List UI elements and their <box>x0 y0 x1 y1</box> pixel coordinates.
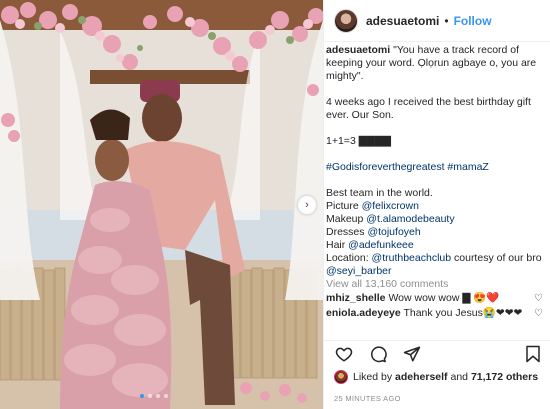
credit-label: Dresses <box>326 226 368 238</box>
credit-makeup: Makeup @t.alamodebeauty <box>326 213 547 226</box>
carousel-next-button[interactable]: › <box>298 196 316 214</box>
wedding-photo-illustration <box>0 0 323 409</box>
follow-button[interactable]: Follow <box>454 14 492 28</box>
credit-location: Location: @truthbeachclub courtesy of ou… <box>326 252 547 278</box>
header-username[interactable]: adesuaetomi <box>366 14 439 28</box>
comment-username[interactable]: mhiz_shelle <box>326 292 386 304</box>
credit-label: Picture <box>326 200 362 212</box>
mention-link[interactable]: @felixcrown <box>362 200 419 212</box>
view-all-comments-link[interactable]: View all 13,160 comments <box>326 278 547 291</box>
avatar[interactable] <box>334 8 358 33</box>
mention-link[interactable]: @truthbeachclub <box>372 252 452 264</box>
comment-text: Wow wow wow ▇ 😍❤️ <box>385 292 500 304</box>
credit-label: Location: <box>326 252 372 264</box>
carousel-dot <box>164 394 168 398</box>
caption-username[interactable]: adesuaetomi <box>326 44 390 56</box>
heart-icon[interactable]: ♡ <box>534 306 543 321</box>
bookmark-icon[interactable] <box>523 344 543 364</box>
credit-label: Makeup <box>326 213 367 225</box>
heart-icon[interactable]: ♡ <box>534 291 543 306</box>
likes-middle: and <box>450 371 469 383</box>
comment-text: Thank you Jesus😭❤❤❤ <box>400 307 523 319</box>
likes-prefix: Liked by <box>353 371 393 383</box>
paper-plane-icon[interactable] <box>402 344 422 364</box>
mention-link[interactable]: @t.alamodebeauty <box>366 213 454 225</box>
comment-row: mhiz_shelle Wow wow wow ▇ 😍❤️ ♡ <box>326 291 547 306</box>
credit-label: Hair <box>326 239 349 251</box>
comment-bubble-icon[interactable] <box>368 344 388 364</box>
carousel-dot <box>156 394 160 398</box>
caption-credits-title: Best team in the world. <box>326 187 433 199</box>
post-timestamp[interactable]: 25 MINUTES AGO <box>334 394 401 403</box>
post-photo[interactable]: › <box>0 0 323 409</box>
credit-hair: Hair @adefunkeee <box>326 239 547 252</box>
likes-summary: Liked by adeherself and 71,172 others <box>334 370 538 384</box>
credit-picture: Picture @felixcrown <box>326 200 547 213</box>
mention-link[interactable]: @tojufoyeh <box>367 226 420 238</box>
header-separator: • <box>444 13 449 28</box>
caption-hashtags[interactable]: #Godisforeverthegreatest #mamaZ <box>326 161 547 174</box>
liker-username[interactable]: adeherself <box>395 371 448 383</box>
liker-avatar[interactable] <box>334 370 348 384</box>
credit-dresses: Dresses @tojufoyeh <box>326 226 547 239</box>
carousel-indicator <box>140 394 168 398</box>
likes-count[interactable]: 71,172 others <box>471 371 538 383</box>
heart-icon[interactable] <box>334 344 354 364</box>
caption-birthday: 4 weeks ago I received the best birthday… <box>326 96 531 121</box>
carousel-dot <box>148 394 152 398</box>
mention-link[interactable]: @adefunkeee <box>348 239 414 251</box>
post-header: adesuaetomi • Follow <box>324 0 550 42</box>
caption-equation: 1+1=3 ▇▇▇▇ <box>326 135 391 147</box>
post-side-panel: adesuaetomi • Follow adesuaetomi "You ha… <box>323 0 550 409</box>
comment-username[interactable]: eniola.adeyeye <box>326 307 401 319</box>
credit-label: courtesy of our bro <box>451 252 542 264</box>
caption-first-line: adesuaetomi "You have a track record of … <box>326 42 547 83</box>
carousel-dot <box>140 394 144 398</box>
mention-link[interactable]: @seyi_barber <box>326 265 392 277</box>
post-caption: adesuaetomi "You have a track record of … <box>324 42 550 321</box>
post-actions <box>324 340 550 366</box>
comment-row: eniola.adeyeye Thank you Jesus😭❤❤❤ ♡ <box>326 306 547 321</box>
chevron-right-icon: › <box>305 199 309 211</box>
